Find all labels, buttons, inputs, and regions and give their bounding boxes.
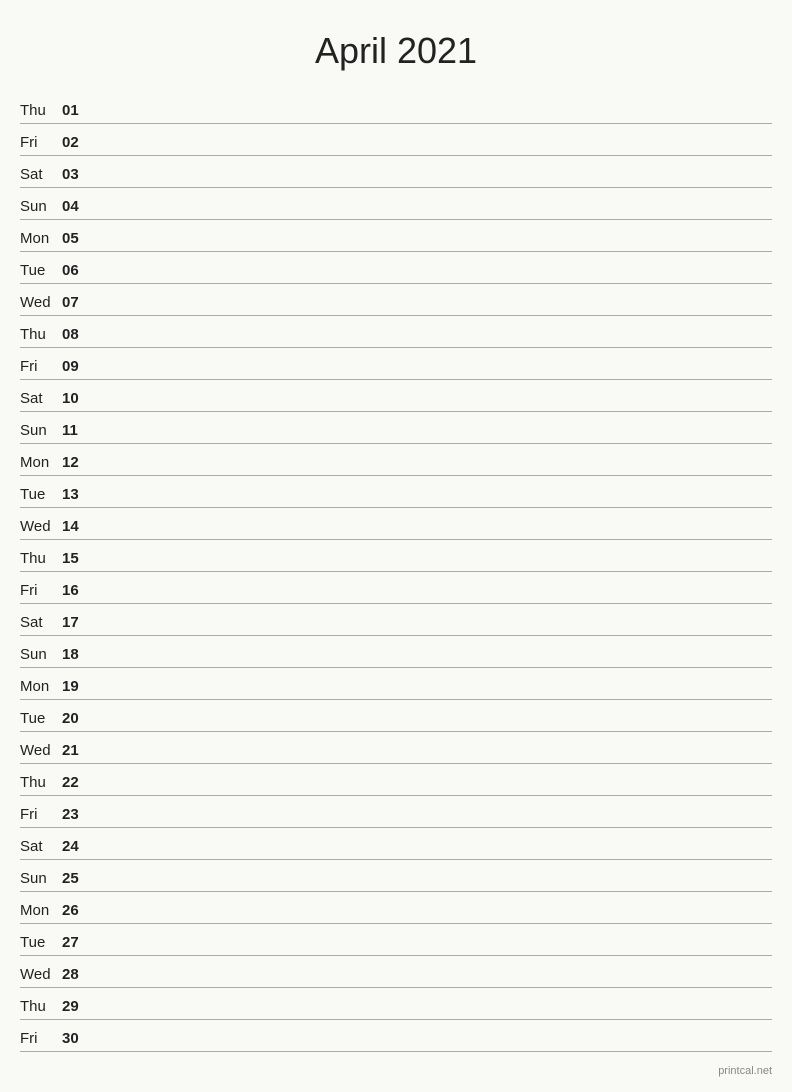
day-name: Wed (20, 518, 62, 535)
day-number: 21 (62, 742, 90, 759)
day-row: Mon19 (20, 668, 772, 700)
day-row: Wed28 (20, 956, 772, 988)
day-row: Mon26 (20, 892, 772, 924)
day-name: Wed (20, 966, 62, 983)
day-number: 07 (62, 294, 90, 311)
day-name: Thu (20, 550, 62, 567)
day-number: 25 (62, 870, 90, 887)
day-number: 28 (62, 966, 90, 983)
day-row: Tue06 (20, 252, 772, 284)
day-name: Fri (20, 582, 62, 599)
day-row: Sun25 (20, 860, 772, 892)
day-number: 30 (62, 1030, 90, 1047)
day-row: Sat10 (20, 380, 772, 412)
day-row: Thu15 (20, 540, 772, 572)
footer-text: printcal.net (718, 1065, 772, 1077)
day-name: Tue (20, 710, 62, 727)
day-name: Thu (20, 998, 62, 1015)
day-name: Sun (20, 646, 62, 663)
day-row: Sat17 (20, 604, 772, 636)
day-name: Tue (20, 934, 62, 951)
day-row: Sat24 (20, 828, 772, 860)
day-row: Fri09 (20, 348, 772, 380)
day-number: 04 (62, 198, 90, 215)
day-name: Sat (20, 390, 62, 407)
day-number: 01 (62, 102, 90, 119)
day-row: Tue13 (20, 476, 772, 508)
day-number: 20 (62, 710, 90, 727)
day-row: Tue27 (20, 924, 772, 956)
day-row: Fri02 (20, 124, 772, 156)
day-row: Fri23 (20, 796, 772, 828)
day-row: Wed07 (20, 284, 772, 316)
day-number: 14 (62, 518, 90, 535)
day-number: 26 (62, 902, 90, 919)
day-name: Sun (20, 422, 62, 439)
day-number: 05 (62, 230, 90, 247)
day-name: Fri (20, 358, 62, 375)
day-number: 11 (62, 422, 90, 439)
day-name: Sun (20, 198, 62, 215)
page-title: April 2021 (20, 20, 772, 72)
day-name: Fri (20, 134, 62, 151)
day-name: Sat (20, 838, 62, 855)
day-number: 10 (62, 390, 90, 407)
day-row: Sun11 (20, 412, 772, 444)
day-name: Tue (20, 486, 62, 503)
day-number: 22 (62, 774, 90, 791)
day-row: Thu29 (20, 988, 772, 1020)
day-number: 24 (62, 838, 90, 855)
day-name: Fri (20, 806, 62, 823)
day-name: Sat (20, 614, 62, 631)
day-number: 02 (62, 134, 90, 151)
day-name: Sat (20, 166, 62, 183)
day-number: 15 (62, 550, 90, 567)
day-name: Thu (20, 102, 62, 119)
day-name: Tue (20, 262, 62, 279)
day-row: Tue20 (20, 700, 772, 732)
day-name: Mon (20, 454, 62, 471)
day-name: Fri (20, 1030, 62, 1047)
day-number: 17 (62, 614, 90, 631)
day-name: Mon (20, 902, 62, 919)
day-name: Wed (20, 294, 62, 311)
day-row: Sun18 (20, 636, 772, 668)
day-row: Mon12 (20, 444, 772, 476)
day-number: 08 (62, 326, 90, 343)
day-row: Thu22 (20, 764, 772, 796)
day-name: Wed (20, 742, 62, 759)
day-number: 29 (62, 998, 90, 1015)
calendar-list: Thu01Fri02Sat03Sun04Mon05Tue06Wed07Thu08… (20, 92, 772, 1052)
day-number: 09 (62, 358, 90, 375)
day-number: 18 (62, 646, 90, 663)
day-name: Mon (20, 230, 62, 247)
day-name: Mon (20, 678, 62, 695)
day-name: Thu (20, 326, 62, 343)
day-number: 12 (62, 454, 90, 471)
day-row: Fri30 (20, 1020, 772, 1052)
page: April 2021 Thu01Fri02Sat03Sun04Mon05Tue0… (0, 0, 792, 1092)
day-row: Wed21 (20, 732, 772, 764)
day-name: Sun (20, 870, 62, 887)
day-number: 23 (62, 806, 90, 823)
day-name: Thu (20, 774, 62, 791)
day-row: Fri16 (20, 572, 772, 604)
day-row: Wed14 (20, 508, 772, 540)
day-row: Thu08 (20, 316, 772, 348)
day-row: Sat03 (20, 156, 772, 188)
day-row: Mon05 (20, 220, 772, 252)
day-number: 13 (62, 486, 90, 503)
day-number: 27 (62, 934, 90, 951)
day-number: 19 (62, 678, 90, 695)
day-number: 16 (62, 582, 90, 599)
day-number: 03 (62, 166, 90, 183)
day-row: Sun04 (20, 188, 772, 220)
day-number: 06 (62, 262, 90, 279)
day-row: Thu01 (20, 92, 772, 124)
